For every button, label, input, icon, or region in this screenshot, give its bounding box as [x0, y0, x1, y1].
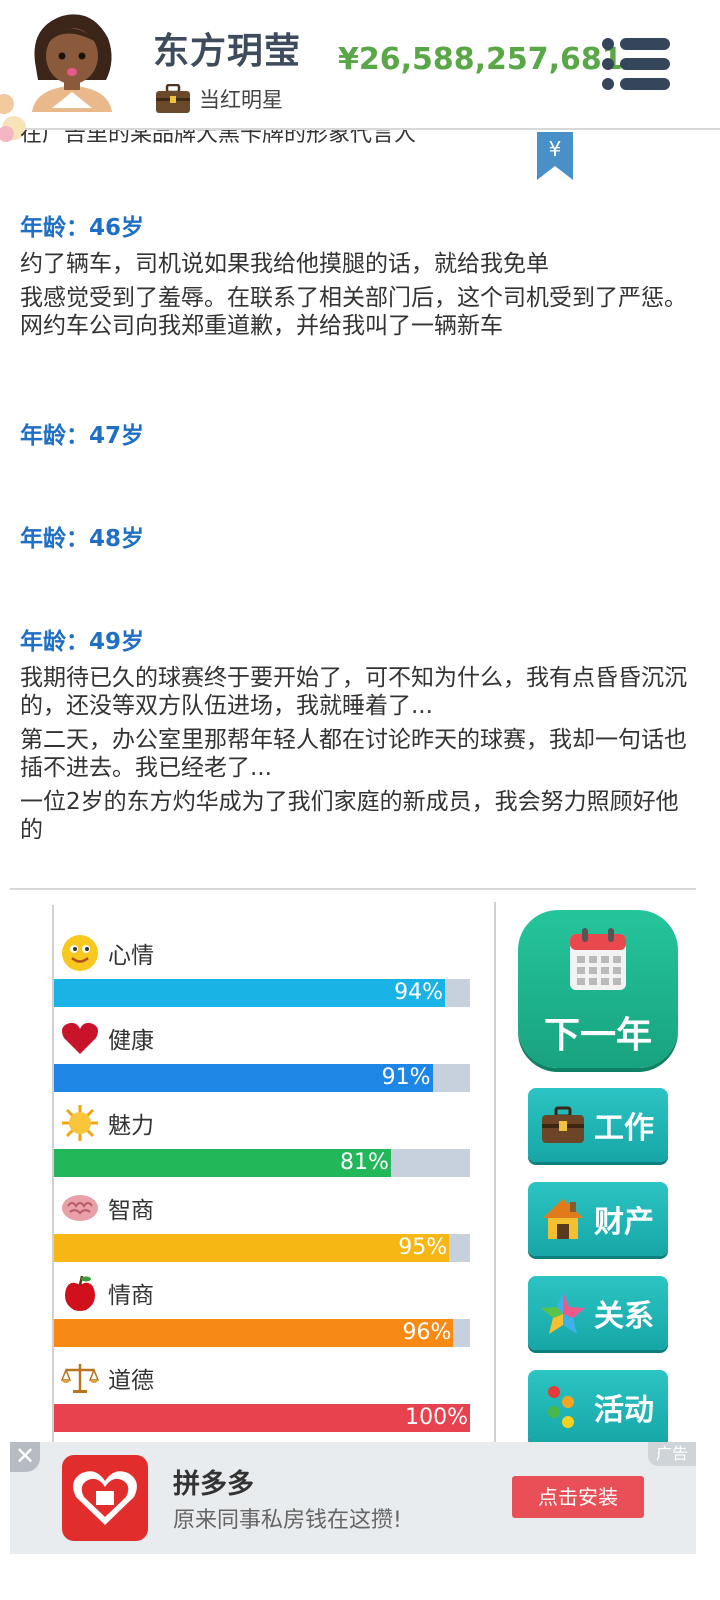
stat-percent: 100% [405, 1405, 468, 1430]
money-display: ¥26,588,257,681 [338, 42, 623, 77]
stat-label: 情商 [108, 1283, 154, 1309]
relations-label: 关系 [594, 1299, 654, 1334]
stat-bar-track: 96% [54, 1319, 470, 1347]
pinduoduo-logo [62, 1455, 148, 1541]
avatar[interactable] [22, 8, 122, 112]
heart-icon [62, 1022, 98, 1054]
age-heading: 年龄：47岁 [20, 423, 145, 449]
attribute-panel: 心情 94% 健康 91% 魅力 81% 智商 95% 情商 96% 道德 10… [52, 905, 472, 1445]
top-header: 东方玥莹 当红明星 ¥26,588,257,681 [0, 0, 720, 142]
stat-label: 健康 [108, 1028, 154, 1054]
life-log[interactable]: 在广告里的某品牌大黑卡牌的形象代言人 ¥ 年龄：46岁 约了辆车，司机说如果我给… [0, 130, 720, 890]
activities-button[interactable]: 活动 [528, 1370, 668, 1444]
character-name: 东方玥莹 [153, 31, 302, 72]
age-heading: 年龄：49岁 [20, 629, 145, 655]
stat-percent: 96% [402, 1320, 452, 1345]
property-button[interactable]: 财产 [528, 1182, 668, 1256]
log-entry-47: 年龄：47岁 [20, 416, 690, 458]
log-entry-46: 年龄：46岁 约了辆车，司机说如果我给他摸腿的话，就给我免单 我感觉受到了羞辱。… [20, 208, 690, 346]
log-line: 我期待已久的球赛终于要开始了，可不知为什么，我有点昏昏沉沉的，还没等双方队伍进场… [20, 665, 687, 719]
stat-percent: 94% [394, 980, 444, 1005]
apple-icon [65, 1275, 95, 1311]
star-icon [541, 1292, 585, 1334]
log-line: 第二天，办公室里那帮年轻人都在讨论昨天的球赛，我却一句话也插不进去。我已经老了.… [20, 727, 687, 781]
stat-morality: 道德 100% [54, 1358, 474, 1432]
stat-bar-track: 91% [54, 1064, 470, 1092]
log-entry-49: 年龄：49岁 我期待已久的球赛终于要开始了，可不知为什么，我有点昏昏沉沉的，还没… [20, 622, 690, 850]
next-year-button[interactable]: 下一年 [518, 910, 678, 1068]
house-icon [543, 1199, 583, 1239]
clipped-log-line: 在广告里的某品牌大黑卡牌的形象代言人 [20, 130, 417, 147]
stat-bar-track: 81% [54, 1149, 470, 1177]
panel-divider [494, 902, 496, 1447]
sun-icon [62, 1105, 98, 1141]
stat-bar-fill: 91% [54, 1064, 433, 1092]
stat-bar-track: 100% [54, 1404, 470, 1432]
stat-mood: 心情 94% [54, 933, 474, 1007]
menu-icon[interactable] [600, 36, 672, 92]
stat-health: 健康 91% [54, 1018, 474, 1092]
stat-label: 魅力 [108, 1113, 154, 1139]
relations-button[interactable]: 关系 [528, 1276, 668, 1350]
stat-bar-track: 95% [54, 1234, 470, 1262]
ad-tag: 广告 [648, 1442, 696, 1466]
activity-dots-icon [548, 1386, 574, 1428]
brain-icon [62, 1195, 98, 1221]
scales-icon [60, 1364, 100, 1393]
job-title: 当红明星 [155, 84, 283, 114]
ad-close-icon[interactable]: ✕ [10, 1442, 40, 1472]
stat-bar-fill: 81% [54, 1149, 391, 1177]
stat-percent: 95% [398, 1235, 448, 1260]
calendar-icon [570, 928, 626, 990]
work-button[interactable]: 工作 [528, 1088, 668, 1162]
stat-charm: 魅力 81% [54, 1103, 474, 1177]
stat-bar-track: 94% [54, 979, 470, 1007]
stat-label: 智商 [108, 1198, 154, 1224]
yen-symbol: ¥ [549, 137, 562, 161]
briefcase-icon [156, 84, 190, 113]
ad-install-button[interactable]: 点击安装 [512, 1476, 644, 1518]
work-label: 工作 [594, 1111, 654, 1146]
ad-title: 拼多多 [173, 1469, 254, 1500]
stat-label: 心情 [108, 943, 154, 969]
yen-bookmark-icon[interactable]: ¥ [537, 132, 573, 180]
log-line: 约了辆车，司机说如果我给他摸腿的话，就给我免单 [20, 251, 549, 277]
log-line: 我感觉受到了羞辱。在联系了相关部门后，这个司机受到了严惩。网约车公司向我郑重道歉… [20, 285, 687, 339]
job-label: 当红明星 [199, 88, 283, 112]
age-heading: 年龄：48岁 [20, 526, 145, 552]
age-heading: 年龄：46岁 [20, 215, 145, 241]
stat-bar-fill: 95% [54, 1234, 450, 1262]
stat-eq: 情商 96% [54, 1273, 474, 1347]
property-label: 财产 [594, 1205, 654, 1240]
stat-label: 道德 [108, 1368, 154, 1394]
activities-label: 活动 [594, 1393, 654, 1428]
ad-banner[interactable]: ✕ 广告 拼多多 原来同事私房钱在这攒! 点击安装 [10, 1442, 696, 1554]
stat-bar-fill: 96% [54, 1319, 454, 1347]
stat-bar-fill: 100% [54, 1404, 470, 1432]
stat-percent: 81% [340, 1150, 389, 1175]
ad-description: 原来同事私房钱在这攒! [173, 1508, 402, 1533]
log-entry-48: 年龄：48岁 [20, 519, 690, 561]
section-divider [10, 888, 696, 890]
briefcase-icon [542, 1106, 584, 1143]
next-year-label: 下一年 [543, 1015, 652, 1056]
stat-percent: 91% [381, 1065, 431, 1090]
smiley-icon [62, 935, 98, 971]
stat-bar-fill: 94% [54, 979, 446, 1007]
stat-iq: 智商 95% [54, 1188, 474, 1262]
log-line: 一位2岁的东方灼华成为了我们家庭的新成员，我会努力照顾好他的 [20, 789, 679, 843]
